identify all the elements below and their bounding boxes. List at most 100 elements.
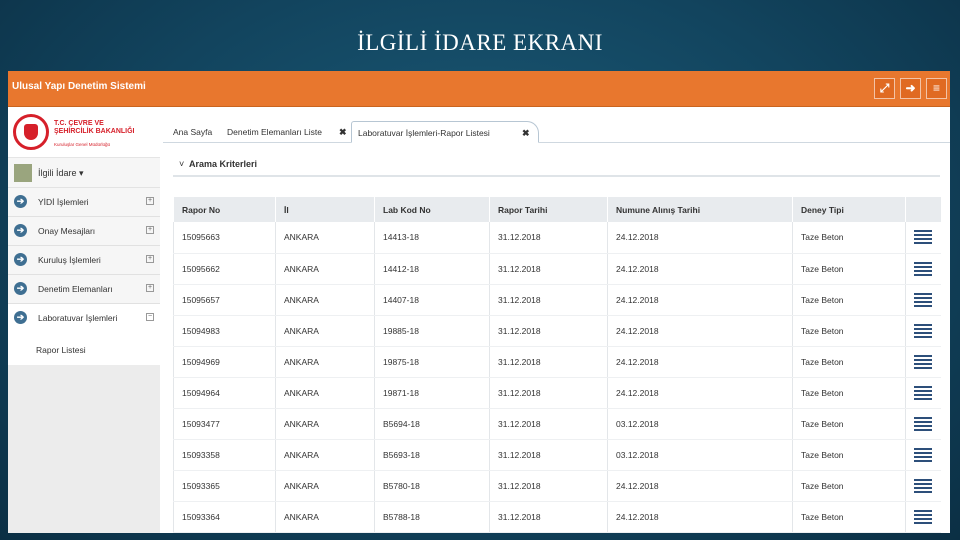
cell-rapor-tarihi: 31.12.2018 xyxy=(489,408,608,440)
list-icon[interactable] xyxy=(914,416,933,431)
list-icon[interactable] xyxy=(914,354,933,369)
fullscreen-icon[interactable]: ⤢ xyxy=(874,78,895,99)
sidebar-item-denetim-elemanlari[interactable]: ➔ Denetim Elemanları + xyxy=(8,275,160,304)
sidebar-empty-area xyxy=(8,365,160,533)
cell-rapor-no: 15093364 xyxy=(173,501,276,533)
sidebar-item-onay-mesajlari[interactable]: ➔ Onay Mesajları + xyxy=(8,217,160,246)
cell-rapor-tarihi: 31.12.2018 xyxy=(489,222,608,254)
cell-deney-tipi: Taze Beton xyxy=(792,470,906,502)
cell-rapor-no: 15095657 xyxy=(173,284,276,316)
cell-lab-kod: B5788-18 xyxy=(374,501,490,533)
cell-numune-tarihi: 24.12.2018 xyxy=(607,284,793,316)
sidebar-item-label: Laboratuvar İşlemleri xyxy=(38,313,118,323)
app-title: Ulusal Yapı Denetim Sistemi xyxy=(12,81,146,92)
table-row[interactable]: 15094964 ANKARA 19871-18 31.12.2018 24.1… xyxy=(173,377,941,409)
table-row[interactable]: 15095662 ANKARA 14412-18 31.12.2018 24.1… xyxy=(173,253,941,285)
close-icon[interactable]: ✖ xyxy=(522,128,530,139)
expand-icon[interactable]: + xyxy=(146,255,154,263)
cell-il: ANKARA xyxy=(275,501,375,533)
cell-lab-kod: 19875-18 xyxy=(374,346,490,378)
cell-rapor-no: 15094964 xyxy=(173,377,276,409)
cell-lab-kod: 14413-18 xyxy=(374,222,490,254)
cell-lab-kod: B5780-18 xyxy=(374,470,490,502)
report-table: Rapor No İl Lab Kod No Rapor Tarihi Numu… xyxy=(173,197,941,533)
list-icon[interactable] xyxy=(914,230,933,245)
app-window: Ulusal Yapı Denetim Sistemi ⤢ ➜ ≡ T.C. Ç… xyxy=(8,71,950,533)
close-icon[interactable]: ✖ xyxy=(339,127,347,138)
cell-rapor-no: 15093477 xyxy=(173,408,276,440)
list-icon[interactable] xyxy=(914,292,933,307)
table-row[interactable]: 15093364 ANKARA B5788-18 31.12.2018 24.1… xyxy=(173,501,941,533)
expand-icon[interactable]: + xyxy=(146,284,154,292)
cell-rapor-tarihi: 31.12.2018 xyxy=(489,346,608,378)
table-row[interactable]: 15094969 ANKARA 19875-18 31.12.2018 24.1… xyxy=(173,346,941,378)
org-subtitle: Kuruluşlar Genel Müdürlüğü xyxy=(54,142,111,147)
user-role-selector[interactable]: İlgili İdare ▾ xyxy=(8,158,160,188)
arrow-circle-icon: ➔ xyxy=(14,195,27,208)
sidebar-subitem-label: Rapor Listesi xyxy=(36,345,86,355)
logout-icon[interactable]: ➜ xyxy=(900,78,921,99)
tab-rapor-listesi[interactable]: Laboratuvar İşlemleri-Rapor Listesi ✖ xyxy=(351,121,539,143)
table-row[interactable]: 15095663 ANKARA 14413-18 31.12.2018 24.1… xyxy=(173,222,941,254)
sidebar-item-label: Kuruluş İşlemleri xyxy=(38,255,101,265)
cell-il: ANKARA xyxy=(275,222,375,254)
sidebar-item-label: Denetim Elemanları xyxy=(38,284,113,294)
sidebar-item-label: Onay Mesajları xyxy=(38,226,96,236)
list-icon[interactable] xyxy=(914,509,933,524)
column-header[interactable]: Lab Kod No xyxy=(374,197,490,222)
list-icon[interactable] xyxy=(914,261,933,276)
slide-title: İLGİLİ İDARE EKRANI xyxy=(357,30,603,55)
sidebar-subitem-rapor-listesi[interactable]: Rapor Listesi xyxy=(8,335,160,365)
cell-rapor-no: 15093358 xyxy=(173,439,276,471)
collapse-icon[interactable]: − xyxy=(146,313,154,321)
cell-il: ANKARA xyxy=(275,284,375,316)
sidebar-item-yidi[interactable]: ➔ YİDİ İşlemleri + xyxy=(8,188,160,217)
table-row[interactable]: 15093358 ANKARA B5693-18 31.12.2018 03.1… xyxy=(173,439,941,471)
sidebar-item-kurulus[interactable]: ➔ Kuruluş İşlemleri + xyxy=(8,246,160,275)
cell-lab-kod: 19885-18 xyxy=(374,315,490,347)
cell-il: ANKARA xyxy=(275,408,375,440)
expand-icon[interactable]: + xyxy=(146,226,154,234)
list-icon[interactable] xyxy=(914,447,933,462)
tab-label: Laboratuvar İşlemleri-Rapor Listesi xyxy=(358,128,490,138)
table-row[interactable]: 15093477 ANKARA B5694-18 31.12.2018 03.1… xyxy=(173,408,941,440)
tab-ana-sayfa[interactable]: Ana Sayfa xyxy=(167,121,215,143)
sidebar: T.C. ÇEVRE VE ŞEHİRCİLİK BAKANLIĞI Kurul… xyxy=(8,107,160,533)
cell-il: ANKARA xyxy=(275,253,375,285)
org-name-line2: ŞEHİRCİLİK BAKANLIĞI xyxy=(54,128,135,135)
cell-rapor-tarihi: 31.12.2018 xyxy=(489,284,608,316)
table-row[interactable]: 15094983 ANKARA 19885-18 31.12.2018 24.1… xyxy=(173,315,941,347)
expand-icon[interactable]: + xyxy=(146,197,154,205)
row-actions xyxy=(905,315,941,347)
column-header[interactable]: Rapor Tarihi xyxy=(489,197,608,222)
row-actions xyxy=(905,253,941,285)
cell-rapor-no: 15094983 xyxy=(173,315,276,347)
chevron-down-icon: ˅ xyxy=(179,159,185,169)
cell-il: ANKARA xyxy=(275,315,375,347)
cell-deney-tipi: Taze Beton xyxy=(792,222,906,254)
cell-numune-tarihi: 24.12.2018 xyxy=(607,346,793,378)
list-icon[interactable] xyxy=(914,478,933,493)
table-row[interactable]: 15093365 ANKARA B5780-18 31.12.2018 24.1… xyxy=(173,470,941,502)
menu-icon[interactable]: ≡ xyxy=(926,78,947,99)
table-row[interactable]: 15095657 ANKARA 14407-18 31.12.2018 24.1… xyxy=(173,284,941,316)
ministry-logo: T.C. ÇEVRE VE ŞEHİRCİLİK BAKANLIĞI Kurul… xyxy=(8,107,160,158)
row-actions xyxy=(905,377,941,409)
row-actions xyxy=(905,284,941,316)
table-header-row: Rapor No İl Lab Kod No Rapor Tarihi Numu… xyxy=(173,197,941,222)
row-actions xyxy=(905,470,941,502)
list-icon[interactable] xyxy=(914,323,933,338)
cell-numune-tarihi: 24.12.2018 xyxy=(607,377,793,409)
cell-numune-tarihi: 03.12.2018 xyxy=(607,439,793,471)
search-criteria-header[interactable]: ˅ Arama Kriterleri xyxy=(173,151,940,177)
top-bar: Ulusal Yapı Denetim Sistemi ⤢ ➜ ≡ xyxy=(8,71,950,107)
column-header[interactable]: Deney Tipi xyxy=(792,197,906,222)
cell-numune-tarihi: 24.12.2018 xyxy=(607,470,793,502)
column-header[interactable]: Rapor No xyxy=(173,197,276,222)
column-header[interactable]: Numune Alınış Tarihi xyxy=(607,197,793,222)
list-icon[interactable] xyxy=(914,385,933,400)
tab-denetim-elemanlari[interactable]: Denetim Elemanları Liste ✖ xyxy=(221,121,351,143)
column-header[interactable]: İl xyxy=(275,197,375,222)
org-name: T.C. ÇEVRE VE ŞEHİRCİLİK BAKANLIĞI xyxy=(54,120,158,136)
cell-numune-tarihi: 24.12.2018 xyxy=(607,222,793,254)
